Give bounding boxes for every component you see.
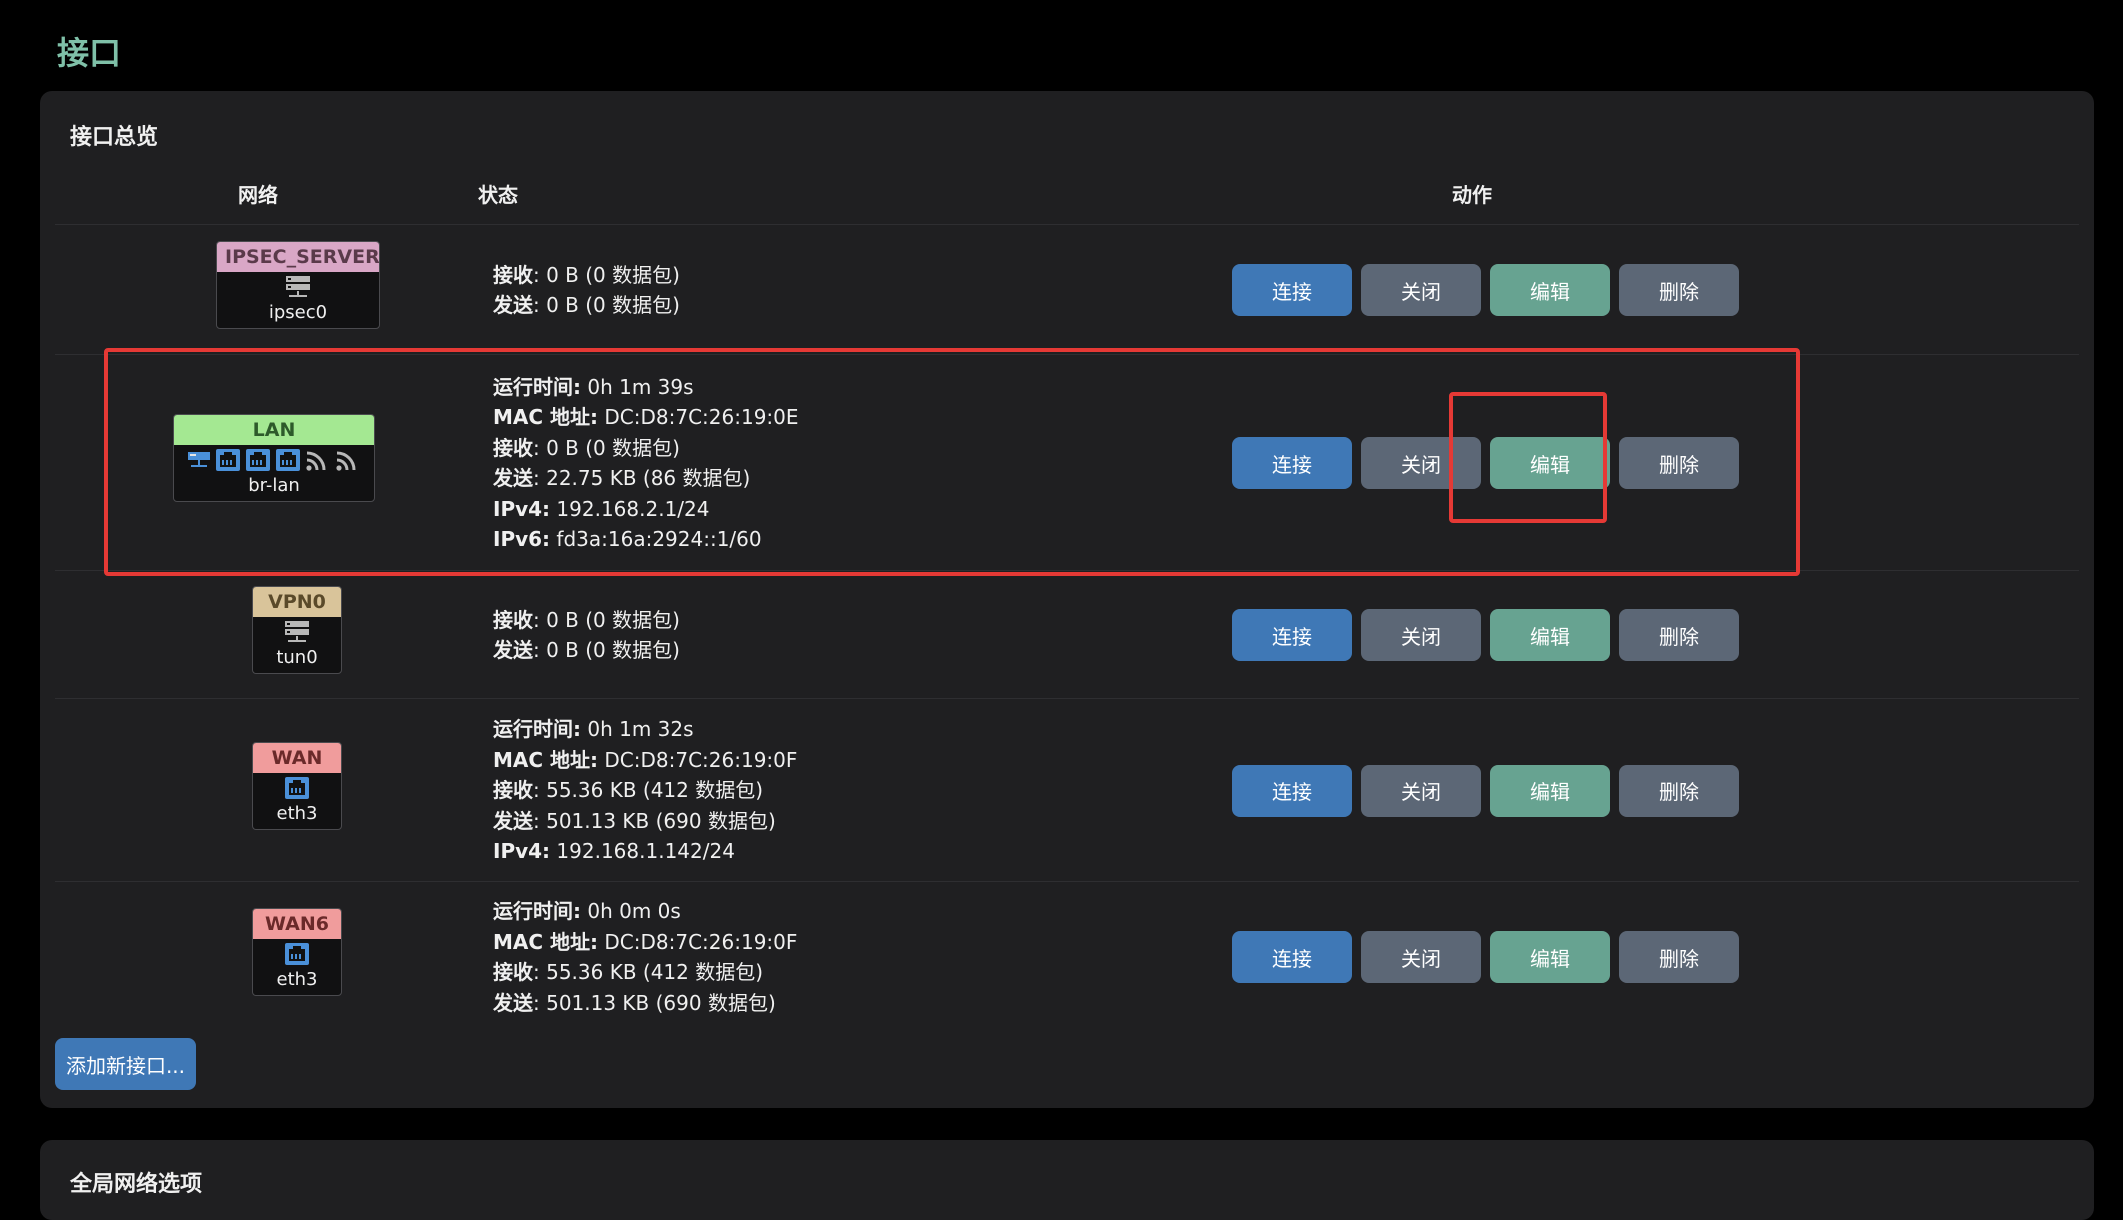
action-buttons: 连接 关闭 编辑 删除 [1232, 764, 1739, 817]
network-badge[interactable]: VPN0 tun0 [252, 586, 342, 674]
add-interface-button[interactable]: 添加新接口... [55, 1038, 196, 1090]
status-key: 运行时间: [493, 899, 581, 923]
status-line: 接收: 55.36 KB (412 数据包) [493, 957, 797, 988]
status-line: 发送: 501.13 KB (690 数据包) [493, 988, 797, 1019]
edit-button[interactable]: 编辑 [1490, 764, 1610, 817]
close-button[interactable]: 关闭 [1361, 764, 1481, 817]
status-line: 接收: 0 B (0 数据包) [493, 605, 680, 636]
delete-button[interactable]: 删除 [1619, 931, 1739, 983]
status-value: : 0 B (0 数据包) [533, 607, 680, 632]
interface-row-wan6: WAN6 eth3 运行时间: 0h 0m 0s MAC 地址: DC:D8:7C:2… [55, 881, 2079, 1032]
status-line: 发送: 0 B (0 数据包) [493, 635, 680, 666]
status-key: 接收 [493, 262, 533, 287]
interfaces-overview-panel: 接口总览 网络 状态 动作 IPSEC_SERVER ipsec0 接收: 0 B … [40, 91, 2094, 1108]
status-value: 192.168.1.142/24 [550, 839, 735, 864]
server-icon [284, 620, 310, 644]
interface-row-wan: WAN eth3 运行时间: 0h 1m 32s MAC 地址: DC:D8:7C:2… [55, 698, 2079, 882]
status-line: 发送: 501.13 KB (690 数据包) [493, 806, 797, 837]
interface-row-ipsec_server: IPSEC_SERVER ipsec0 接收: 0 B (0 数据包) 发送: 0 B… [55, 224, 2079, 355]
status-line: 运行时间: 0h 0m 0s [493, 896, 797, 927]
device-name: eth3 [276, 969, 318, 990]
interface-name: VPN0 [253, 587, 341, 617]
status-value: 0h 1m 32s [581, 717, 694, 742]
delete-button[interactable]: 删除 [1619, 609, 1739, 661]
status-line: 发送: 0 B (0 数据包) [493, 290, 680, 321]
status-key: 发送 [493, 990, 533, 1015]
connect-button[interactable]: 连接 [1232, 764, 1352, 817]
status-value: : 55.36 KB (412 数据包) [533, 778, 764, 803]
network-badge[interactable]: WAN6 eth3 [252, 908, 342, 996]
device-name: eth3 [276, 802, 318, 824]
column-status: 状态 [478, 183, 518, 207]
edit-button[interactable]: 编辑 [1490, 931, 1610, 983]
ethernet-port-icon [284, 776, 310, 800]
highlight-lan-edit-button [1449, 392, 1607, 523]
interface-name: WAN [253, 742, 341, 773]
status-value: 0h 0m 0s [581, 899, 681, 923]
column-network: 网络 [238, 183, 278, 207]
status-key: 发送 [493, 808, 533, 833]
connect-button[interactable]: 连接 [1232, 931, 1352, 983]
interface-status: 运行时间: 0h 0m 0s MAC 地址: DC:D8:7C:26:19:0F 接… [493, 896, 797, 1018]
action-buttons: 连接 关闭 编辑 删除 [1232, 609, 1739, 661]
edit-button[interactable]: 编辑 [1490, 609, 1610, 661]
delete-button[interactable]: 删除 [1619, 764, 1739, 817]
status-key: 发送 [493, 293, 533, 317]
network-badge[interactable]: WAN eth3 [252, 741, 342, 830]
status-value: DC:D8:7C:26:19:0F [598, 747, 798, 772]
ethernet-port-icon [284, 942, 310, 966]
status-line: 接收: 55.36 KB (412 数据包) [493, 775, 797, 806]
network-badge[interactable]: IPSEC_SERVER ipsec0 [216, 241, 380, 329]
connect-button[interactable]: 连接 [1232, 609, 1352, 661]
global-network-options-panel: 全局网络选项 [40, 1140, 2094, 1220]
interface-row-vpn0: VPN0 tun0 接收: 0 B (0 数据包) 发送: 0 B (0 数据包) 连接… [55, 570, 2079, 699]
interface-status: 接收: 0 B (0 数据包) 发送: 0 B (0 数据包) [493, 260, 680, 321]
status-value: : 501.13 KB (690 数据包) [533, 808, 776, 833]
status-value: : 0 B (0 数据包) [533, 262, 680, 287]
device-name: tun0 [276, 647, 318, 668]
interface-status: 运行时间: 0h 1m 32s MAC 地址: DC:D8:7C:26:19:0F… [493, 714, 797, 867]
status-key: IPv4: [493, 839, 551, 864]
overview-title: 接口总览 [70, 125, 159, 150]
global-options-title: 全局网络选项 [70, 1172, 203, 1197]
action-buttons: 连接 关闭 编辑 删除 [1232, 931, 1739, 983]
status-line: IPv4: 192.168.1.142/24 [493, 836, 797, 867]
device-icons [253, 617, 341, 647]
close-button[interactable]: 关闭 [1361, 264, 1481, 316]
status-key: 接收 [493, 778, 533, 803]
status-value: : 0 B (0 数据包) [533, 293, 680, 317]
edit-button[interactable]: 编辑 [1490, 264, 1610, 316]
status-line: MAC 地址: DC:D8:7C:26:19:0F [493, 745, 797, 776]
status-key: 运行时间: [493, 717, 581, 742]
device-icons [217, 272, 379, 302]
column-actions: 动作 [1452, 183, 1492, 207]
connect-button[interactable]: 连接 [1232, 264, 1352, 316]
status-value: DC:D8:7C:26:19:0F [598, 929, 798, 954]
interface-name: IPSEC_SERVER [217, 242, 379, 272]
status-key: MAC 地址: [493, 929, 599, 954]
status-line: 接收: 0 B (0 数据包) [493, 260, 680, 291]
status-value: : 55.36 KB (412 数据包) [533, 960, 764, 984]
page-title: 接口 [57, 34, 122, 72]
action-buttons: 连接 关闭 编辑 删除 [1232, 264, 1739, 316]
status-key: 接收 [493, 960, 533, 984]
server-icon [285, 275, 311, 299]
close-button[interactable]: 关闭 [1361, 609, 1481, 661]
status-key: MAC 地址: [493, 747, 599, 772]
interface-name: WAN6 [253, 909, 341, 939]
status-value: : 0 B (0 数据包) [533, 638, 680, 662]
status-key: 发送 [493, 638, 533, 662]
status-key: 接收 [493, 607, 533, 632]
close-button[interactable]: 关闭 [1361, 931, 1481, 983]
device-icons [253, 939, 341, 969]
delete-button[interactable]: 删除 [1619, 264, 1739, 316]
status-value: : 501.13 KB (690 数据包) [533, 990, 776, 1015]
status-line: 运行时间: 0h 1m 32s [493, 714, 797, 745]
device-icons [253, 773, 341, 803]
device-name: ipsec0 [268, 302, 328, 323]
interface-status: 接收: 0 B (0 数据包) 发送: 0 B (0 数据包) [493, 605, 680, 666]
status-line: MAC 地址: DC:D8:7C:26:19:0F [493, 927, 797, 958]
